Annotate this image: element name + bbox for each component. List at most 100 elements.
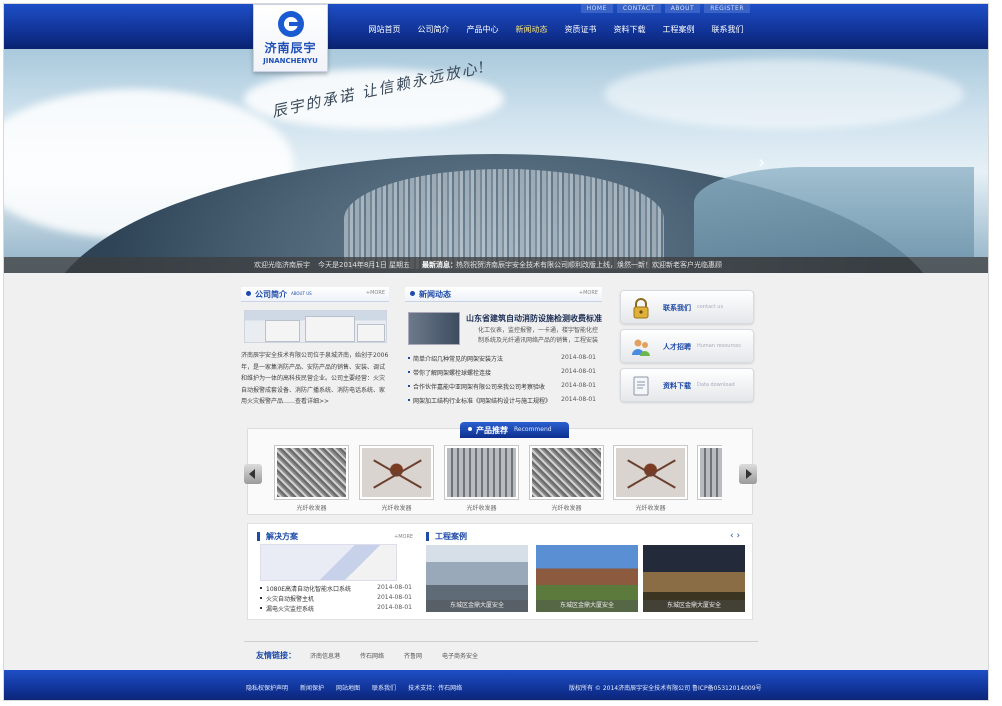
- footer-link-contact[interactable]: 联系我们: [372, 683, 396, 692]
- news-item-date: 2014-08-01: [561, 382, 596, 389]
- news-item-title: 网架加工结构行业标准《网架结构设计与施工规程》: [413, 398, 552, 405]
- top-link-home[interactable]: HOME: [580, 4, 613, 13]
- products-next-button[interactable]: [739, 464, 757, 484]
- solution-item-date: 2014-08-01: [377, 584, 412, 591]
- solutions-more-link[interactable]: +MORE: [394, 534, 413, 540]
- list-item[interactable]: 合作伙伴嘉能中亚网架有限公司来我公司考察验收 2014-08-01: [408, 382, 596, 396]
- download-button[interactable]: 资料下载 Data download: [620, 368, 754, 402]
- contact-us-en: contact us: [697, 304, 724, 310]
- hero-banner: 辰宇的承诺 让信赖永远放心! ‹ › 欢迎光临济南辰宇 今天是2014年8月1日…: [4, 49, 988, 273]
- solution-item-date: 2014-08-01: [377, 594, 412, 601]
- nav-item-cases[interactable]: 工程案例: [654, 24, 703, 35]
- product-card-partial[interactable]: [697, 445, 722, 500]
- nav-item-news[interactable]: 新闻动态: [507, 24, 556, 35]
- solutions-title: 解决方案: [257, 532, 298, 541]
- friend-links-label: 友情链接：: [256, 651, 296, 660]
- main-nav: 网站首页 公司简介 产品中心 新闻动态 资质证书 资料下载 工程案例 联系我们: [360, 24, 752, 35]
- news-item-date: 2014-08-01: [561, 368, 596, 375]
- news-more-link[interactable]: +MORE: [579, 290, 598, 296]
- solutions-image: [260, 544, 397, 581]
- header-bar: HOME CONTACT ABOUT REGISTER 网站首页 公司简介 产品…: [4, 4, 988, 49]
- product-card[interactable]: 光纤收发器: [359, 445, 434, 512]
- logo-mark-icon: [277, 11, 304, 37]
- news-header: 新闻动态 +MORE: [405, 287, 602, 302]
- people-icon: [632, 339, 650, 356]
- about-header: 公司简介 ABOUT US +MORE: [241, 287, 389, 302]
- recruitment-en: Human resources: [697, 343, 741, 349]
- list-item[interactable]: 网架加工结构行业标准《网架结构设计与施工规程》 2014-08-01: [408, 396, 596, 410]
- case-card[interactable]: 东城区金鼎大厦安全: [536, 545, 638, 612]
- case-caption: 东城区金鼎大厦安全: [426, 600, 528, 612]
- nav-item-about[interactable]: 公司简介: [409, 24, 458, 35]
- product-card[interactable]: 光纤收发器: [444, 445, 519, 512]
- product-name: 光纤收发器: [635, 505, 666, 512]
- list-item[interactable]: 简单介绍几种常见的网架安装方法 2014-08-01: [408, 354, 596, 368]
- news-item-date: 2014-08-01: [561, 396, 596, 403]
- sea-image: [694, 167, 974, 257]
- product-name: 光纤收发器: [466, 505, 497, 512]
- recruitment-button[interactable]: 人才招聘 Human resources: [620, 329, 754, 363]
- solution-item-date: 2014-08-01: [377, 604, 412, 611]
- about-subtitle: ABOUT US: [291, 291, 312, 296]
- product-image: [697, 445, 722, 500]
- list-item[interactable]: 漏电火灾监控系统 2014-08-01: [260, 604, 412, 614]
- logo-name-cn: 济南辰宇: [264, 41, 317, 55]
- news-photo[interactable]: [408, 312, 460, 345]
- news-headline[interactable]: 山东省建筑自动消防设施检测收费标准: [466, 313, 602, 324]
- friend-link[interactable]: 传石网络: [360, 651, 384, 660]
- divider: [244, 641, 758, 642]
- nav-item-contact[interactable]: 联系我们: [703, 24, 752, 35]
- list-item[interactable]: 火灾自动报警主机 2014-08-01: [260, 594, 412, 604]
- ticker-text[interactable]: 热烈祝贺济南辰宇安全技术有限公司顺利改版上线，焕然一新！欢迎新老客户光临惠顾: [456, 260, 736, 270]
- products-prev-button[interactable]: [244, 464, 262, 484]
- case-card[interactable]: 东城区金鼎大厦安全: [643, 545, 745, 612]
- footer-link-sitemap[interactable]: 网站地图: [336, 683, 360, 692]
- solution-item-title: 1080E高清自动化智能水口系统: [266, 586, 352, 593]
- logo-name-en: JINANCHENYU: [263, 57, 318, 65]
- cases-next-icon[interactable]: ›: [736, 531, 740, 541]
- download-en: Data download: [697, 382, 735, 388]
- cases-prev-icon[interactable]: ‹: [730, 531, 734, 541]
- footer-link-privacy[interactable]: 隐私权保护声明: [246, 683, 288, 692]
- footer-link-support[interactable]: 技术支持：传石网络: [408, 683, 462, 692]
- friend-link[interactable]: 电子商务安全: [442, 651, 478, 660]
- contact-us-label: 联系我们: [663, 304, 691, 312]
- news-summary: 化工仪表，监控报警，一卡通，楼宇智能化控制系统及光纤通讯网络产品的销售，工程安装: [478, 327, 599, 344]
- top-link-register[interactable]: REGISTER: [704, 4, 750, 13]
- nav-item-downloads[interactable]: 资料下载: [605, 24, 654, 35]
- nav-item-products[interactable]: 产品中心: [458, 24, 507, 35]
- list-item[interactable]: 1080E高清自动化智能水口系统 2014-08-01: [260, 584, 412, 594]
- friend-link[interactable]: 齐鲁网: [404, 651, 422, 660]
- banner-next-icon[interactable]: ›: [758, 152, 765, 173]
- case-caption: 东城区金鼎大厦安全: [643, 600, 745, 612]
- products-title: 产品推荐: [468, 426, 508, 435]
- friend-link[interactable]: 济南信息港: [310, 651, 340, 660]
- contact-us-button[interactable]: 联系我们 contact us: [620, 290, 754, 324]
- recruitment-label: 人才招聘: [663, 343, 691, 351]
- product-image: [274, 445, 349, 500]
- product-name: 光纤收发器: [551, 505, 582, 512]
- welcome-text: 欢迎光临济南辰宇: [254, 261, 310, 269]
- cases-arrows: ‹ ›: [730, 531, 740, 541]
- logo[interactable]: 济南辰宇 JINANCHENYU: [253, 4, 328, 72]
- about-more-link[interactable]: +MORE: [366, 290, 385, 296]
- news-item-title: 合作伙伴嘉能中亚网架有限公司来我公司考察验收: [413, 384, 546, 391]
- news-item-title: 带你了解网架螺栓球螺栓连接: [413, 370, 492, 377]
- product-image: [613, 445, 688, 500]
- products-header: 产品推荐 Recommend: [460, 422, 569, 438]
- product-card[interactable]: 光纤收发器: [529, 445, 604, 512]
- nav-item-home[interactable]: 网站首页: [360, 24, 409, 35]
- list-item[interactable]: 带你了解网架螺栓球螺栓连接 2014-08-01: [408, 368, 596, 382]
- nav-item-certificates[interactable]: 资质证书: [556, 24, 605, 35]
- solutions-list: 1080E高清自动化智能水口系统 2014-08-01 火灾自动报警主机 2014-…: [260, 584, 412, 614]
- page-frame: HOME CONTACT ABOUT REGISTER 网站首页 公司简介 产品…: [3, 3, 989, 701]
- product-card[interactable]: 光纤收发器: [274, 445, 349, 512]
- top-link-about[interactable]: ABOUT: [664, 4, 701, 13]
- case-card[interactable]: 东城区金鼎大厦安全: [426, 545, 528, 612]
- banner-prev-icon[interactable]: ‹: [228, 152, 235, 173]
- top-link-contact[interactable]: CONTACT: [616, 4, 661, 13]
- product-card[interactable]: 光纤收发器: [613, 445, 688, 512]
- news-title: 新闻动态: [410, 290, 451, 299]
- product-image: [359, 445, 434, 500]
- footer-link-news[interactable]: 新闻保护: [300, 683, 324, 692]
